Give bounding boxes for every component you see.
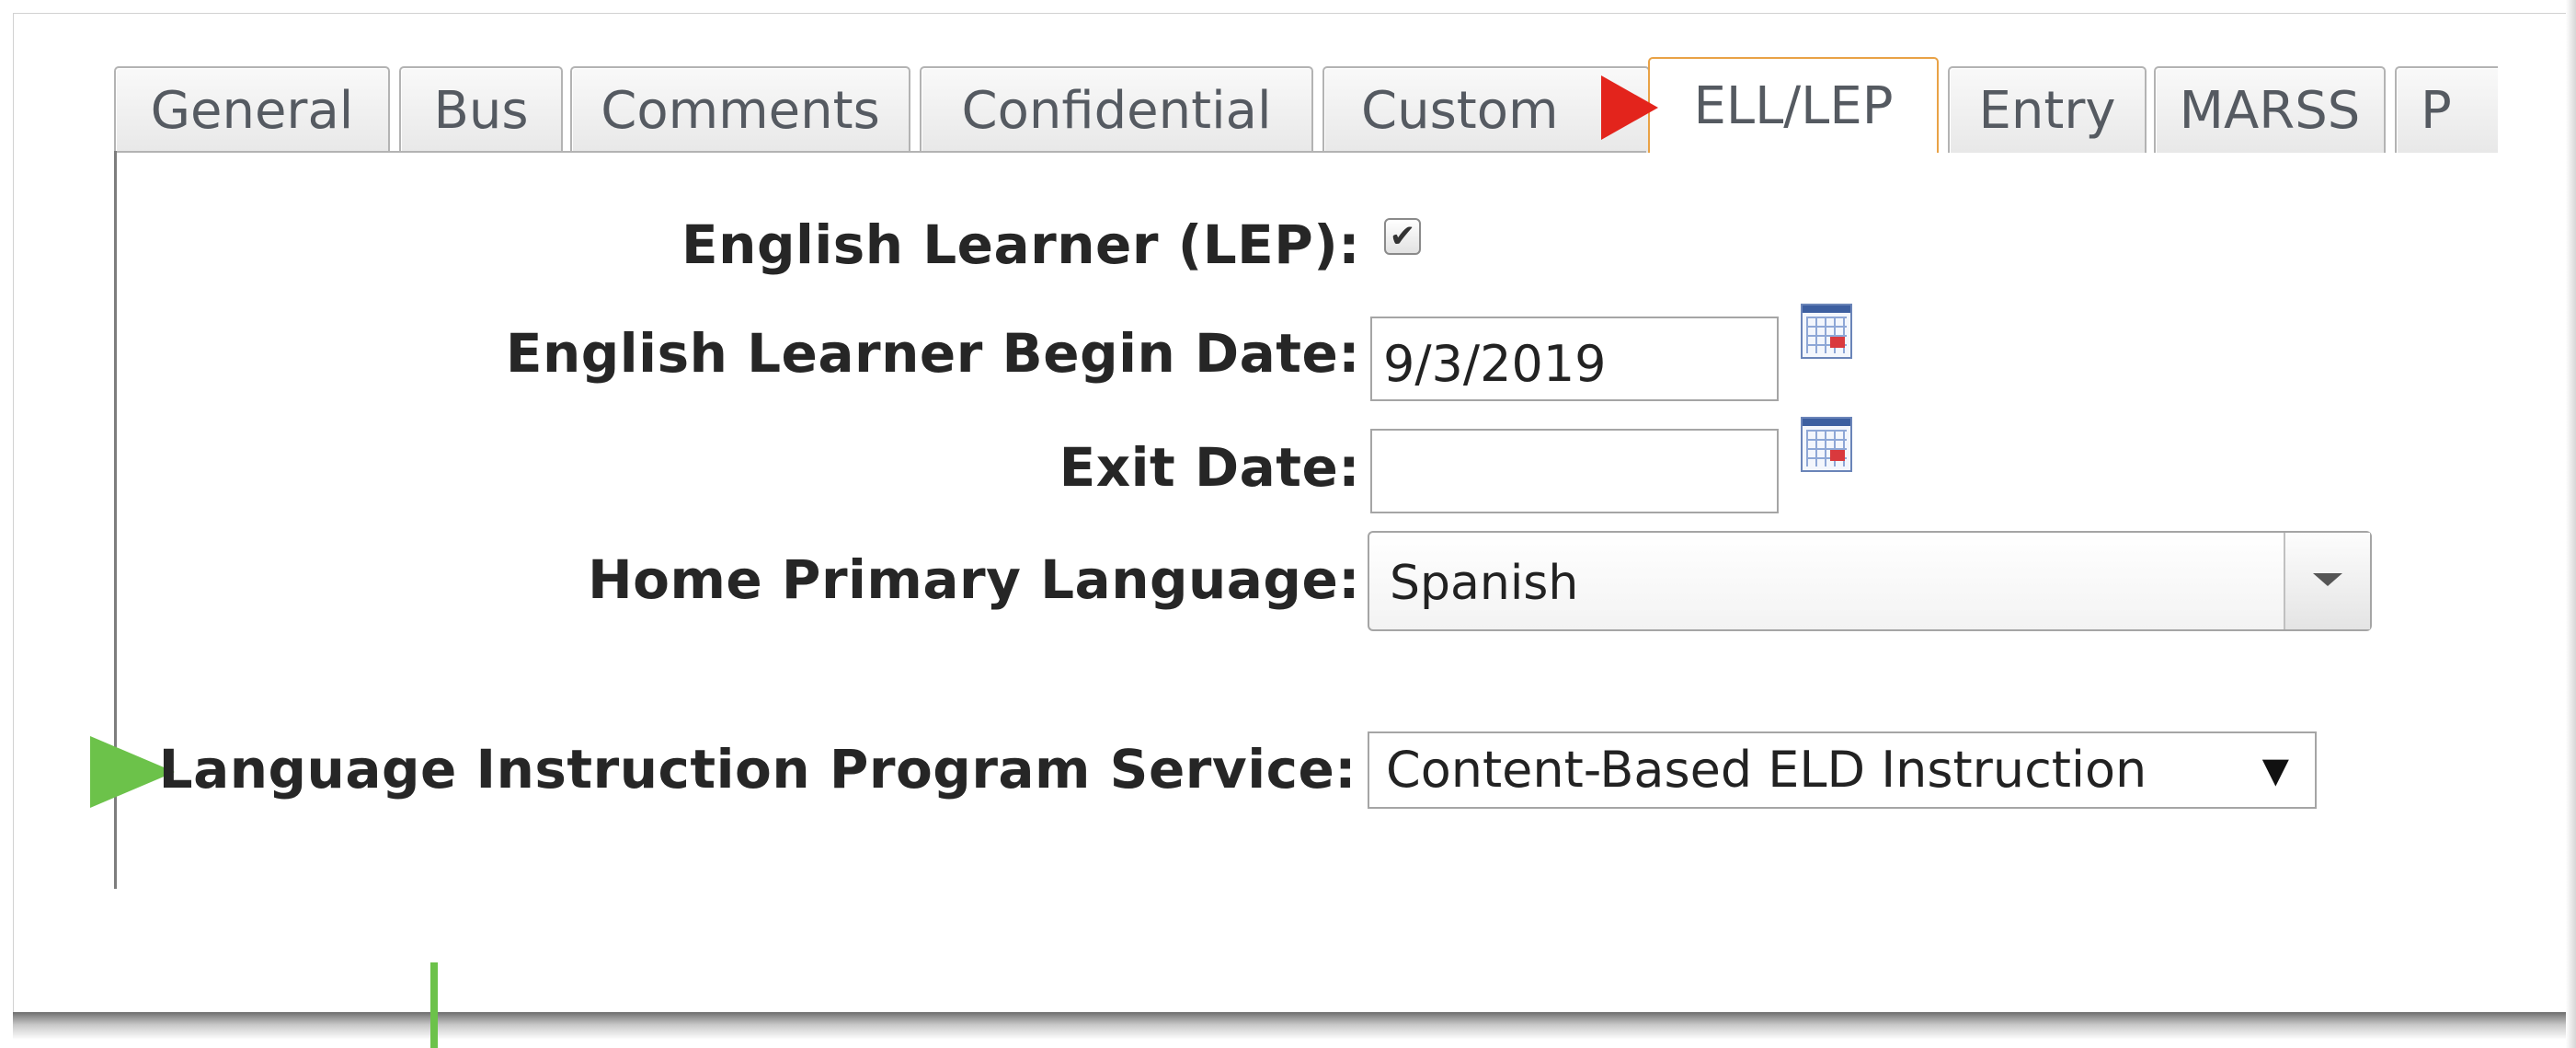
- calendar-icon[interactable]: [1801, 417, 1852, 472]
- tab-label: P: [2421, 81, 2452, 141]
- program-service-select[interactable]: Content-Based ELD Instruction ▼: [1368, 731, 2317, 809]
- form-panel: [13, 13, 2574, 1019]
- tab-label: Entry: [1978, 81, 2116, 141]
- program-service-label: Language Instruction Program Service:: [158, 738, 1357, 800]
- dropdown-arrow-icon: [2313, 573, 2342, 586]
- begin-date-input[interactable]: 9/3/2019: [1370, 317, 1779, 401]
- tab-general[interactable]: General: [114, 66, 390, 153]
- tab-label: Confidential: [961, 81, 1272, 141]
- exit-date-label: Exit Date:: [1059, 436, 1360, 499]
- home-language-label: Home Primary Language:: [588, 548, 1360, 611]
- tab-label: ELL/LEP: [1693, 76, 1894, 136]
- tab-label: General: [150, 81, 354, 141]
- english-learner-checkbox[interactable]: ✔: [1384, 218, 1421, 255]
- calendar-icon[interactable]: [1801, 304, 1852, 359]
- tab-strip: General Bus Comments Confidential Custom…: [114, 57, 2498, 153]
- program-service-value: Content-Based ELD Instruction: [1386, 741, 2147, 799]
- tab-label: Custom: [1361, 81, 1559, 141]
- checkmark-icon: ✔: [1389, 218, 1416, 255]
- green-marker-line: [430, 962, 438, 1048]
- dropdown-button[interactable]: [2284, 533, 2370, 629]
- begin-date-label: English Learner Begin Date:: [505, 322, 1360, 385]
- dropdown-arrow-icon: ▼: [2261, 750, 2289, 790]
- tab-ell-lep[interactable]: ELL/LEP: [1648, 57, 1939, 153]
- tab-p[interactable]: P: [2395, 66, 2498, 153]
- tab-label: Comments: [601, 81, 880, 141]
- english-learner-label: English Learner (LEP):: [681, 213, 1360, 276]
- tab-label: MARSS: [2179, 81, 2361, 141]
- tab-comments[interactable]: Comments: [570, 66, 910, 153]
- tab-bus[interactable]: Bus: [399, 66, 563, 153]
- tab-confidential[interactable]: Confidential: [920, 66, 1313, 153]
- tab-underline: [114, 151, 1646, 153]
- tab-entry[interactable]: Entry: [1948, 66, 2147, 153]
- panel-shadow: [13, 1012, 2576, 1040]
- exit-date-input[interactable]: [1370, 429, 1779, 513]
- home-language-value: Spanish: [1390, 556, 1579, 611]
- home-language-select[interactable]: Spanish: [1368, 531, 2372, 631]
- panel-edge: [2566, 0, 2576, 1048]
- tab-pointer-arrow-icon: [1601, 75, 1658, 140]
- tab-label: Bus: [433, 81, 529, 141]
- tab-marss[interactable]: MARSS: [2154, 66, 2386, 153]
